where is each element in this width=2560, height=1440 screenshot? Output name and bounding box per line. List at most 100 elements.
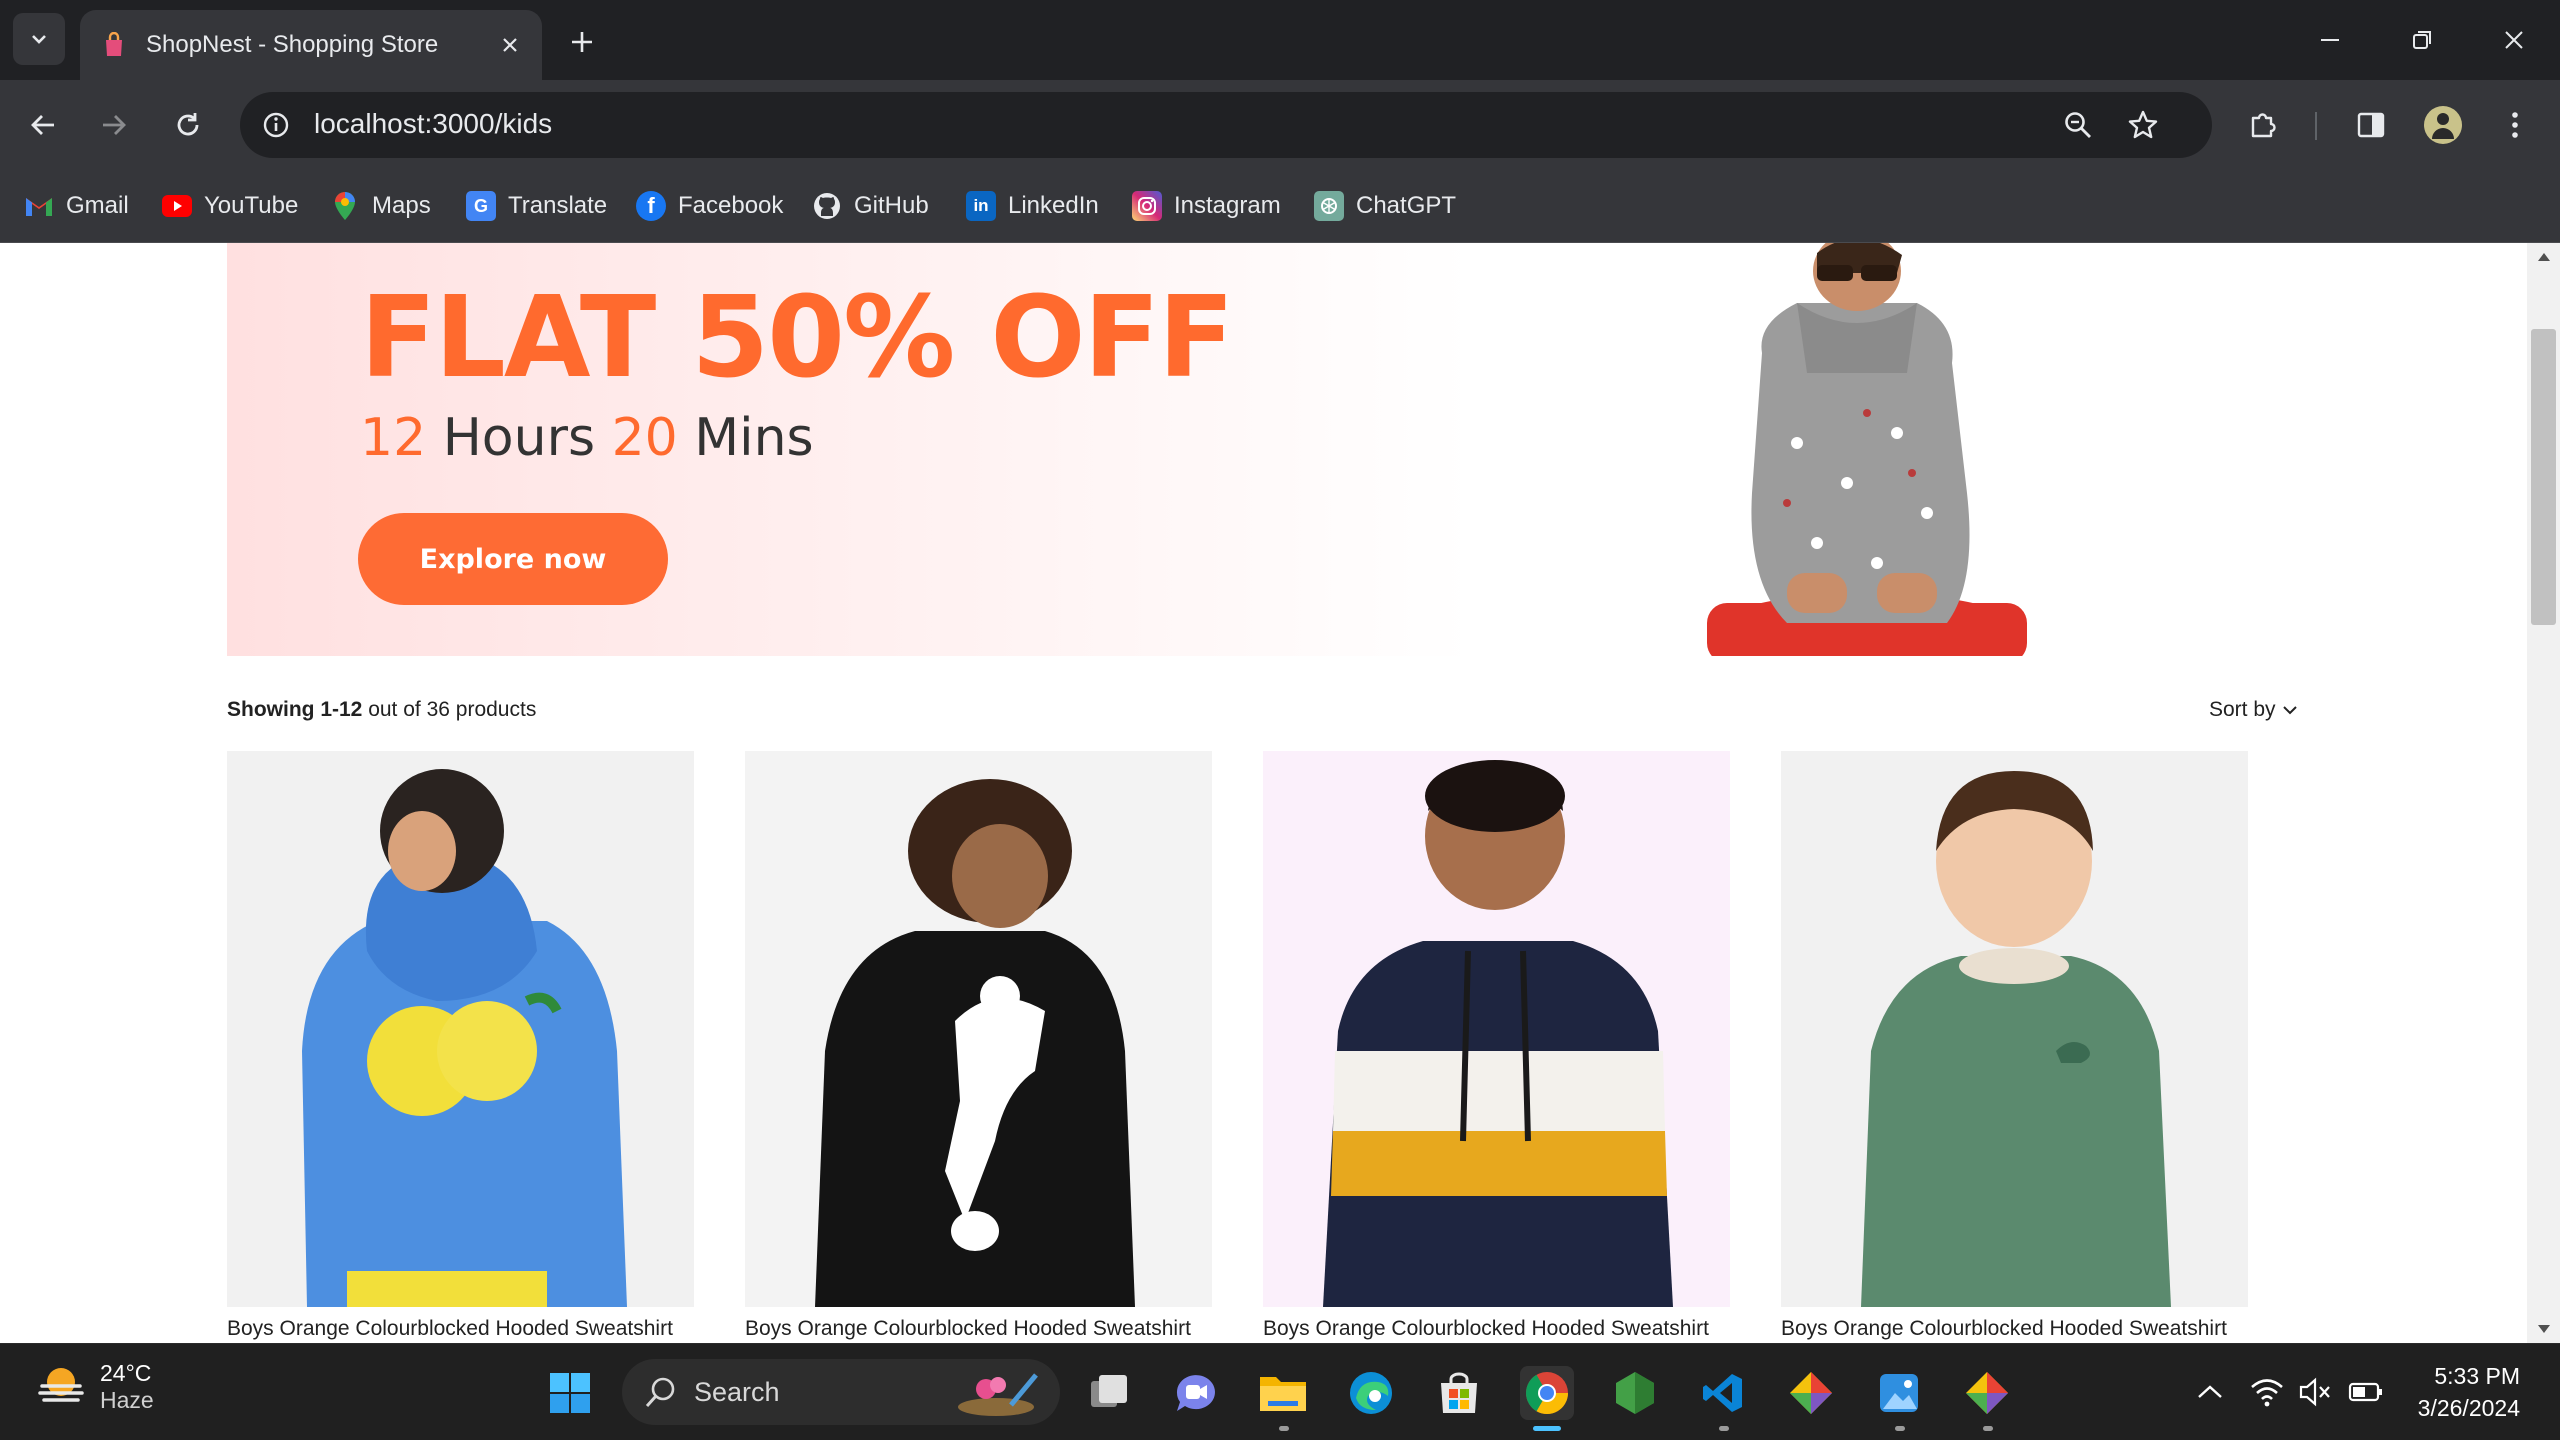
bookmark-translate[interactable]: G Translate bbox=[466, 184, 607, 228]
minimize-icon bbox=[2321, 39, 2339, 41]
countdown-mins: 20 bbox=[611, 408, 678, 468]
weather-widget[interactable]: 24°C Haze bbox=[36, 1360, 154, 1414]
product-image bbox=[1781, 751, 2248, 1307]
profile-avatar[interactable] bbox=[2418, 100, 2468, 150]
bookmark-label: YouTube bbox=[204, 192, 299, 219]
task-view-button[interactable] bbox=[1082, 1366, 1136, 1420]
running-indicator bbox=[1983, 1426, 1993, 1431]
product-image bbox=[1263, 751, 1730, 1307]
countdown-hours: 12 bbox=[360, 408, 427, 468]
browser-menu-button[interactable] bbox=[2490, 100, 2540, 150]
sort-dropdown[interactable]: Sort by bbox=[2209, 698, 2298, 722]
bookmark-star-icon[interactable] bbox=[2123, 105, 2163, 145]
product-card[interactable]: Boys Orange Colourblocked Hooded Sweatsh… bbox=[745, 751, 1212, 1343]
wifi-status[interactable] bbox=[2250, 1370, 2284, 1414]
git-tool-2-button[interactable] bbox=[1960, 1366, 2014, 1420]
reload-button[interactable] bbox=[163, 100, 213, 150]
edge-button[interactable] bbox=[1344, 1366, 1398, 1420]
product-image bbox=[227, 751, 694, 1307]
tab-active[interactable]: ShopNest - Shopping Store bbox=[80, 10, 542, 80]
scroll-up-arrow-icon[interactable] bbox=[2527, 243, 2560, 271]
diamond-app-icon bbox=[1966, 1372, 2008, 1414]
start-button[interactable] bbox=[543, 1366, 597, 1420]
product-name[interactable]: Boys Orange Colourblocked Hooded Sweatsh… bbox=[1263, 1317, 1709, 1341]
bookmark-youtube[interactable]: YouTube bbox=[162, 184, 298, 228]
bookmark-gmail[interactable]: Gmail bbox=[24, 184, 129, 228]
close-window-button[interactable] bbox=[2468, 0, 2560, 80]
page-viewport: FLAT 50% OFF 12 Hours 20 Mins Explore no… bbox=[0, 243, 2527, 1343]
microsoft-store-button[interactable] bbox=[1432, 1366, 1486, 1420]
scroll-down-arrow-icon[interactable] bbox=[2527, 1315, 2560, 1343]
new-tab-button[interactable] bbox=[560, 20, 604, 64]
product-name[interactable]: Boys Orange Colourblocked Hooded Sweatsh… bbox=[227, 1317, 673, 1341]
tab-close-icon[interactable] bbox=[490, 25, 530, 65]
product-name[interactable]: Boys Orange Colourblocked Hooded Sweatsh… bbox=[745, 1317, 1191, 1341]
bookmark-maps[interactable]: Maps bbox=[330, 184, 431, 228]
side-panel-icon bbox=[2357, 112, 2385, 138]
volume-status[interactable] bbox=[2298, 1370, 2332, 1414]
clock-time: 5:33 PM bbox=[2434, 1363, 2520, 1389]
bookmark-github[interactable]: GitHub bbox=[812, 184, 929, 228]
vscode-button[interactable] bbox=[1696, 1366, 1750, 1420]
nodejs-button[interactable] bbox=[1608, 1366, 1662, 1420]
chatgpt-icon bbox=[1314, 191, 1344, 221]
photos-button[interactable] bbox=[1872, 1366, 1926, 1420]
windows-taskbar: 24°C Haze Search 5:33 PM 3/26/2024 bbox=[0, 1343, 2560, 1440]
minimize-button[interactable] bbox=[2284, 0, 2376, 80]
product-card[interactable]: Boys Orange Colourblocked Hooded Sweatsh… bbox=[1781, 751, 2248, 1343]
weather-temp: 24°C bbox=[100, 1360, 152, 1386]
system-clock[interactable]: 5:33 PM 3/26/2024 bbox=[2400, 1360, 2520, 1424]
diamond-app-icon bbox=[1790, 1372, 1832, 1414]
product-name[interactable]: Boys Orange Colourblocked Hooded Sweatsh… bbox=[1781, 1317, 2227, 1341]
restore-button[interactable] bbox=[2376, 0, 2468, 80]
bookmark-instagram[interactable]: Instagram bbox=[1132, 184, 1281, 228]
facebook-icon: f bbox=[636, 191, 666, 221]
forward-button[interactable] bbox=[89, 100, 139, 150]
tab-search-button[interactable] bbox=[13, 13, 65, 65]
browser-chrome: ShopNest - Shopping Store localhost:3000… bbox=[0, 0, 2560, 243]
bookmark-chatgpt[interactable]: ChatGPT bbox=[1314, 184, 1456, 228]
tab-strip: ShopNest - Shopping Store bbox=[0, 0, 2560, 80]
bookmark-label: LinkedIn bbox=[1008, 192, 1099, 219]
zoom-icon[interactable] bbox=[2058, 105, 2098, 145]
page-scrollbar[interactable] bbox=[2527, 243, 2560, 1343]
bookmark-label: Facebook bbox=[678, 192, 784, 219]
site-info-icon[interactable] bbox=[256, 105, 296, 145]
volume-muted-icon bbox=[2299, 1377, 2330, 1407]
git-tool-button[interactable] bbox=[1784, 1366, 1838, 1420]
avatar-icon bbox=[2424, 106, 2462, 144]
bookmark-facebook[interactable]: f Facebook bbox=[636, 184, 783, 228]
extensions-button[interactable] bbox=[2238, 100, 2288, 150]
address-bar[interactable]: localhost:3000/kids bbox=[240, 92, 2212, 158]
chat-icon bbox=[1176, 1375, 1215, 1411]
bookmark-label: Maps bbox=[372, 192, 431, 219]
chrome-button[interactable] bbox=[1520, 1366, 1574, 1420]
bookmark-label: Translate bbox=[508, 192, 608, 219]
show-hidden-icons-button[interactable] bbox=[2196, 1370, 2224, 1414]
search-label: Search bbox=[694, 1376, 780, 1407]
arrow-right-icon bbox=[103, 115, 126, 135]
bookmark-label: Instagram bbox=[1174, 192, 1281, 219]
bookmark-linkedin[interactable]: in LinkedIn bbox=[966, 184, 1099, 228]
bookmark-label: ChatGPT bbox=[1356, 192, 1457, 219]
scrollbar-thumb[interactable] bbox=[2531, 329, 2556, 625]
hexagon-app-icon bbox=[1616, 1372, 1654, 1414]
hero-banner: FLAT 50% OFF 12 Hours 20 Mins Explore no… bbox=[227, 243, 2302, 656]
product-card[interactable]: Boys Orange Colourblocked Hooded Sweatsh… bbox=[1263, 751, 1730, 1343]
teams-chat-button[interactable] bbox=[1169, 1366, 1223, 1420]
side-panel-button[interactable] bbox=[2346, 100, 2396, 150]
tab-title: ShopNest - Shopping Store bbox=[146, 31, 439, 58]
search-highlight-icon bbox=[958, 1373, 1038, 1416]
file-explorer-button[interactable] bbox=[1256, 1366, 1310, 1420]
weather-condition: Haze bbox=[100, 1387, 154, 1413]
puzzle-icon bbox=[2251, 113, 2276, 138]
back-button[interactable] bbox=[18, 100, 68, 150]
product-card[interactable]: Boys Orange Colourblocked Hooded Sweatsh… bbox=[227, 751, 694, 1343]
results-range: Showing 1-12 bbox=[227, 698, 363, 721]
kebab-menu-icon bbox=[2512, 112, 2518, 138]
battery-status[interactable] bbox=[2348, 1370, 2384, 1414]
taskbar-search[interactable]: Search bbox=[622, 1359, 1060, 1425]
url-text[interactable]: localhost:3000/kids bbox=[314, 108, 552, 140]
explore-now-button[interactable]: Explore now bbox=[358, 513, 668, 605]
hero-headline: FLAT 50% OFF bbox=[360, 273, 1235, 403]
